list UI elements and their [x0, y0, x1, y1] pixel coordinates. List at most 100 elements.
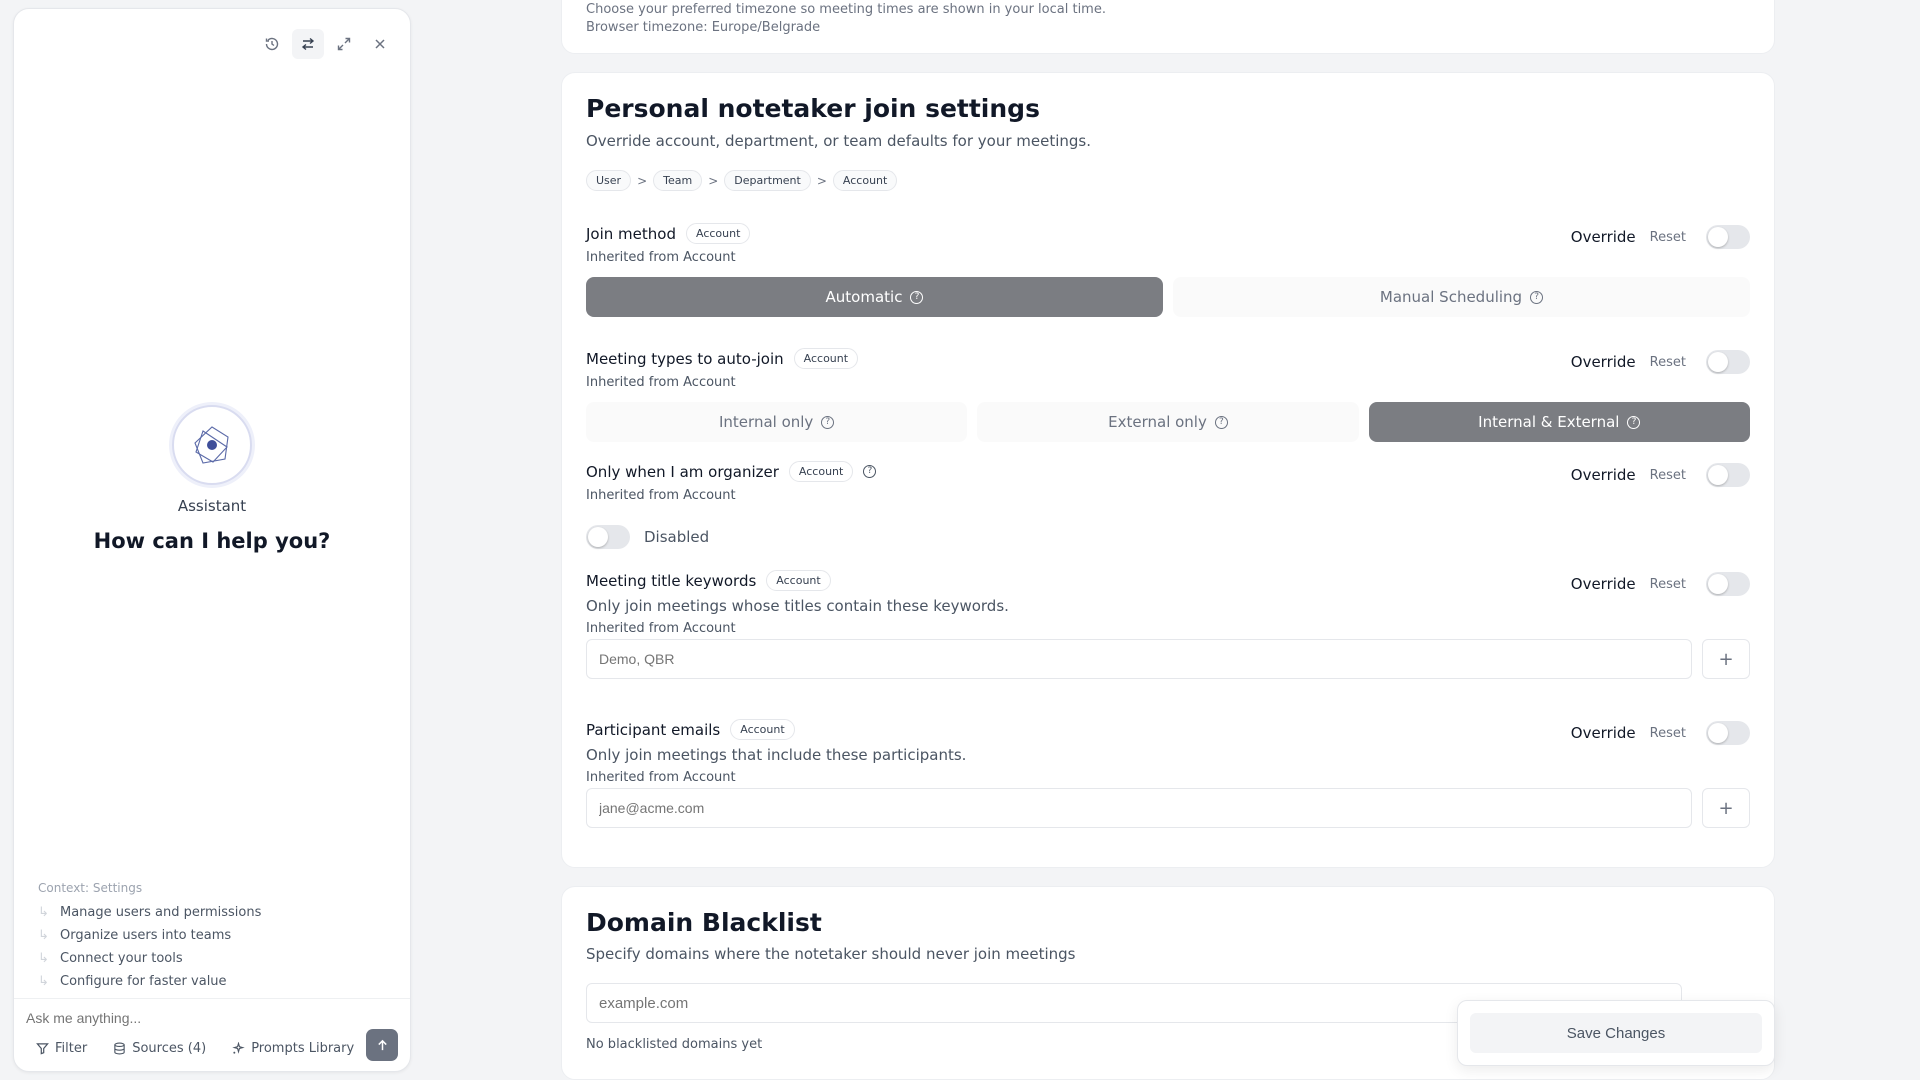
help-icon[interactable]: ? [863, 465, 877, 478]
add-keyword-button[interactable]: + [1702, 639, 1750, 679]
join-method-segmented: Automatic ? Manual Scheduling ? [586, 277, 1750, 317]
reset-button[interactable]: Reset [1650, 355, 1686, 370]
option-internal-only[interactable]: Internal only ? [586, 402, 968, 442]
save-bar: Save Changes [1457, 1000, 1775, 1066]
return-arrow-icon: ↳ [38, 928, 49, 943]
reset-button[interactable]: Reset [1650, 577, 1686, 592]
scope-account: Account [832, 170, 898, 191]
breadcrumb-separator: > [637, 173, 648, 188]
help-icon[interactable]: ? [1627, 415, 1641, 429]
option-internal-external[interactable]: Internal & External ? [1368, 402, 1750, 442]
override-toggle[interactable] [1706, 463, 1750, 487]
inherited-note: Inherited from Account [586, 770, 736, 785]
timezone-card: Choose your preferred timezone so meetin… [561, 0, 1775, 54]
sparkles-icon [232, 1042, 245, 1054]
sources-button[interactable]: Sources (4) [103, 1037, 216, 1060]
arrow-up-icon [377, 1039, 387, 1050]
database-icon [114, 1042, 125, 1055]
scope-user: User [586, 170, 632, 191]
help-icon[interactable]: ? [1214, 415, 1228, 429]
add-email-button[interactable]: + [1702, 788, 1750, 828]
override-toggle[interactable] [1706, 225, 1750, 249]
filter-button[interactable]: Filter [26, 1037, 97, 1060]
reset-button[interactable]: Reset [1650, 726, 1686, 741]
organizer-setting: Only when I am organizer Account ? Inher… [586, 461, 1750, 549]
keywords-input-box [586, 639, 1692, 679]
swap-icon[interactable] [292, 29, 324, 59]
return-arrow-icon: ↳ [38, 905, 49, 920]
keywords-input[interactable] [599, 651, 1691, 667]
notetaker-settings-card: Personal notetaker join settings Overrid… [561, 72, 1775, 868]
title-keywords-description: Only join meetings whose titles contain … [586, 597, 1009, 615]
override-toggle[interactable] [1706, 350, 1750, 374]
reset-button[interactable]: Reset [1650, 230, 1686, 245]
option-automatic[interactable]: Automatic ? [586, 277, 1163, 317]
scope-team: Team [653, 170, 703, 191]
inherited-note: Inherited from Account [586, 375, 736, 390]
suggestion-item[interactable]: ↳ Connect your tools [38, 947, 261, 970]
help-icon[interactable]: ? [821, 415, 835, 429]
override-label: Override [1570, 724, 1636, 742]
organizer-toggle[interactable] [586, 525, 630, 549]
join-method-setting: Join method Account Inherited from Accou… [586, 223, 1750, 317]
assistant-avatar-icon [172, 405, 252, 485]
help-icon[interactable]: ? [910, 290, 924, 304]
inherited-note: Inherited from Account [586, 488, 736, 503]
suggestion-item[interactable]: ↳ Manage users and permissions [38, 901, 261, 924]
meeting-types-label: Meeting types to auto-join [586, 349, 784, 368]
scope-badge: Account [730, 719, 795, 740]
inherited-note: Inherited from Account [586, 250, 736, 265]
browser-timezone: Browser timezone: Europe/Belgrade [586, 20, 821, 35]
override-label: Override [1570, 575, 1636, 593]
history-icon[interactable] [256, 29, 288, 59]
domain-blacklist-subtitle: Specify domains where the notetaker shou… [586, 945, 1076, 963]
suggestion-item[interactable]: ↳ Configure for faster value [38, 970, 261, 993]
meeting-types-segmented: Internal only ? External only ? Internal… [586, 402, 1750, 442]
assistant-name: Assistant [177, 497, 247, 515]
filter-icon [36, 1043, 49, 1055]
prompts-library-button[interactable]: Prompts Library [222, 1037, 364, 1060]
scope-badge: Account [788, 461, 854, 482]
inherited-note: Inherited from Account [586, 621, 736, 636]
save-changes-button[interactable]: Save Changes [1470, 1013, 1762, 1053]
suggestion-item[interactable]: ↳ Organize users into teams [38, 924, 261, 947]
assistant-panel: Assistant How can I help you? Context: S… [13, 8, 411, 1072]
send-button[interactable] [366, 1029, 398, 1061]
expand-icon[interactable] [328, 29, 360, 59]
domain-empty-state: No blacklisted domains yet [586, 1037, 763, 1052]
title-keywords-setting: Meeting title keywords Account Only join… [586, 570, 1750, 679]
context-title: Context: Settings [38, 881, 143, 895]
override-label: Override [1570, 228, 1636, 246]
return-arrow-icon: ↳ [38, 951, 49, 966]
breadcrumb-separator: > [816, 173, 827, 188]
title-keywords-label: Meeting title keywords [586, 571, 757, 590]
organizer-toggle-row: Disabled [586, 525, 1750, 549]
context-suggestions: Context: Settings ↳ Manage users and perm… [38, 881, 261, 993]
return-arrow-icon: ↳ [38, 974, 49, 989]
assistant-greeting: How can I help you? [93, 529, 331, 553]
reset-button[interactable]: Reset [1650, 468, 1686, 483]
meeting-types-setting: Meeting types to auto-join Account Inher… [586, 348, 1750, 442]
organizer-state: Disabled [644, 528, 710, 546]
emails-input[interactable] [599, 800, 1691, 816]
section-subtitle: Override account, department, or team de… [586, 132, 1092, 150]
scope-breadcrumb: User > Team > Department > Account [586, 170, 898, 191]
assistant-input[interactable] [26, 1010, 356, 1026]
override-toggle[interactable] [1706, 721, 1750, 745]
domain-blacklist-title: Domain Blacklist [586, 908, 822, 937]
timezone-description: Choose your preferred timezone so meetin… [586, 2, 1106, 17]
scope-department: Department [724, 170, 811, 191]
participant-emails-label: Participant emails [586, 720, 721, 739]
option-manual-scheduling[interactable]: Manual Scheduling ? [1173, 277, 1750, 317]
assistant-composer: Filter Sources (4) Prompts Library [14, 998, 410, 1071]
assistant-toolbar [256, 29, 396, 59]
help-icon[interactable]: ? [1530, 290, 1544, 304]
scope-badge: Account [793, 348, 859, 369]
option-external-only[interactable]: External only ? [977, 402, 1359, 442]
organizer-label: Only when I am organizer [586, 462, 779, 481]
join-method-label: Join method [586, 224, 676, 243]
close-icon[interactable] [364, 29, 396, 59]
composer-tools: Filter Sources (4) Prompts Library [26, 1037, 364, 1060]
breadcrumb-separator: > [708, 173, 719, 188]
override-toggle[interactable] [1706, 572, 1750, 596]
